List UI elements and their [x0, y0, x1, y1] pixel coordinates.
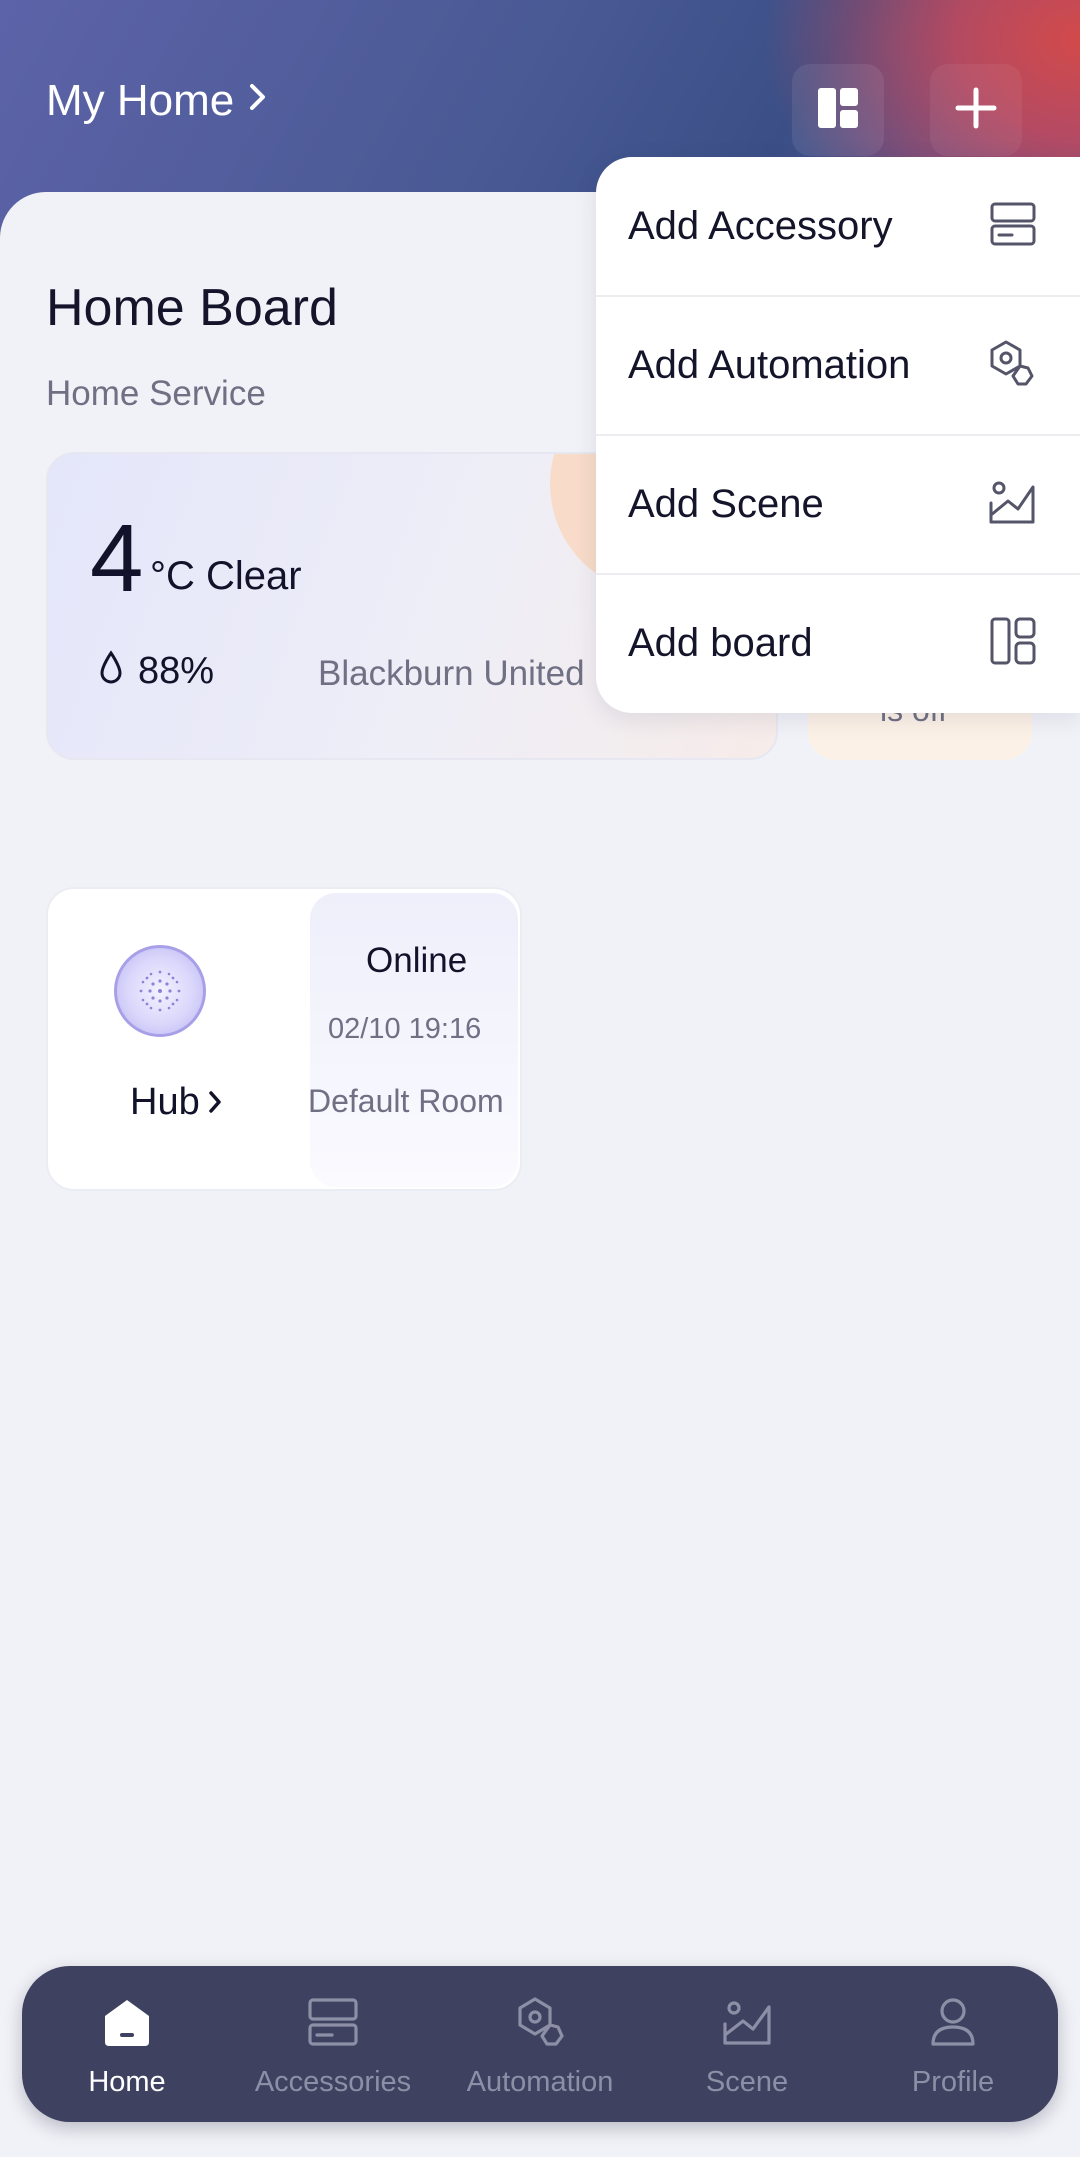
board-title: Home Board — [46, 279, 338, 337]
bottom-tab-bar: Home Accessories Automation Scene Profil… — [22, 1966, 1058, 2122]
tab-label: Home — [88, 2066, 166, 2098]
home-icon — [101, 1992, 153, 2052]
home-name: My Home — [46, 76, 235, 125]
layout-grid-icon — [816, 86, 860, 135]
scene-icon — [988, 479, 1036, 530]
menu-item-add-scene[interactable]: Add Scene — [596, 435, 1080, 574]
automation-icon — [514, 1992, 566, 2052]
automation-icon — [986, 338, 1036, 393]
hub-room: Default Room — [308, 1083, 504, 1119]
accessory-icon — [990, 201, 1036, 252]
humidity-value: 88% — [138, 650, 215, 692]
add-button[interactable] — [930, 64, 1022, 156]
tab-label: Automation — [466, 2066, 614, 2098]
menu-item-label: Add Accessory — [628, 204, 893, 248]
tab-label: Profile — [911, 2066, 995, 2098]
plus-icon — [955, 87, 997, 134]
menu-item-label: Add Scene — [628, 482, 824, 526]
menu-item-label: Add board — [628, 621, 813, 665]
hub-status: Online — [366, 941, 468, 980]
location-label: Blackburn United — [318, 654, 585, 693]
hub-name-link[interactable]: Hub — [130, 1081, 222, 1124]
weather-condition: °C Clear — [150, 554, 302, 598]
chevron-right-icon — [208, 1081, 222, 1124]
tab-label: Accessories — [254, 2066, 412, 2098]
board-subtitle: Home Service — [46, 374, 266, 413]
hub-device-icon — [114, 945, 206, 1037]
add-menu: Add Accessory Add Automation Add Scene A… — [596, 157, 1080, 713]
home-selector[interactable]: My Home — [46, 76, 268, 126]
hub-name: Hub — [130, 1081, 200, 1123]
menu-item-add-automation[interactable]: Add Automation — [596, 296, 1080, 435]
tab-label: Scene — [705, 2066, 789, 2098]
profile-icon — [929, 1992, 977, 2052]
menu-item-add-accessory[interactable]: Add Accessory — [596, 157, 1080, 296]
hub-timestamp: 02/10 19:16 — [328, 1013, 482, 1045]
tab-accessories[interactable]: Accessories — [238, 1966, 428, 2122]
chevron-right-icon — [248, 82, 268, 121]
scene-icon — [722, 1992, 772, 2052]
accessories-icon — [308, 1992, 358, 2052]
menu-item-label: Add Automation — [628, 343, 911, 387]
temperature-value: 4 — [90, 505, 144, 612]
menu-item-add-board[interactable]: Add board — [596, 574, 1080, 713]
droplet-icon — [98, 650, 124, 691]
tab-home[interactable]: Home — [32, 1966, 222, 2122]
tab-scene[interactable]: Scene — [652, 1966, 842, 2122]
tab-profile[interactable]: Profile — [858, 1966, 1048, 2122]
hub-card[interactable]: Hub Online 02/10 19:16 Default Room — [46, 887, 522, 1191]
tab-automation[interactable]: Automation — [445, 1966, 635, 2122]
layout-button[interactable] — [792, 64, 884, 156]
board-icon — [990, 617, 1036, 670]
